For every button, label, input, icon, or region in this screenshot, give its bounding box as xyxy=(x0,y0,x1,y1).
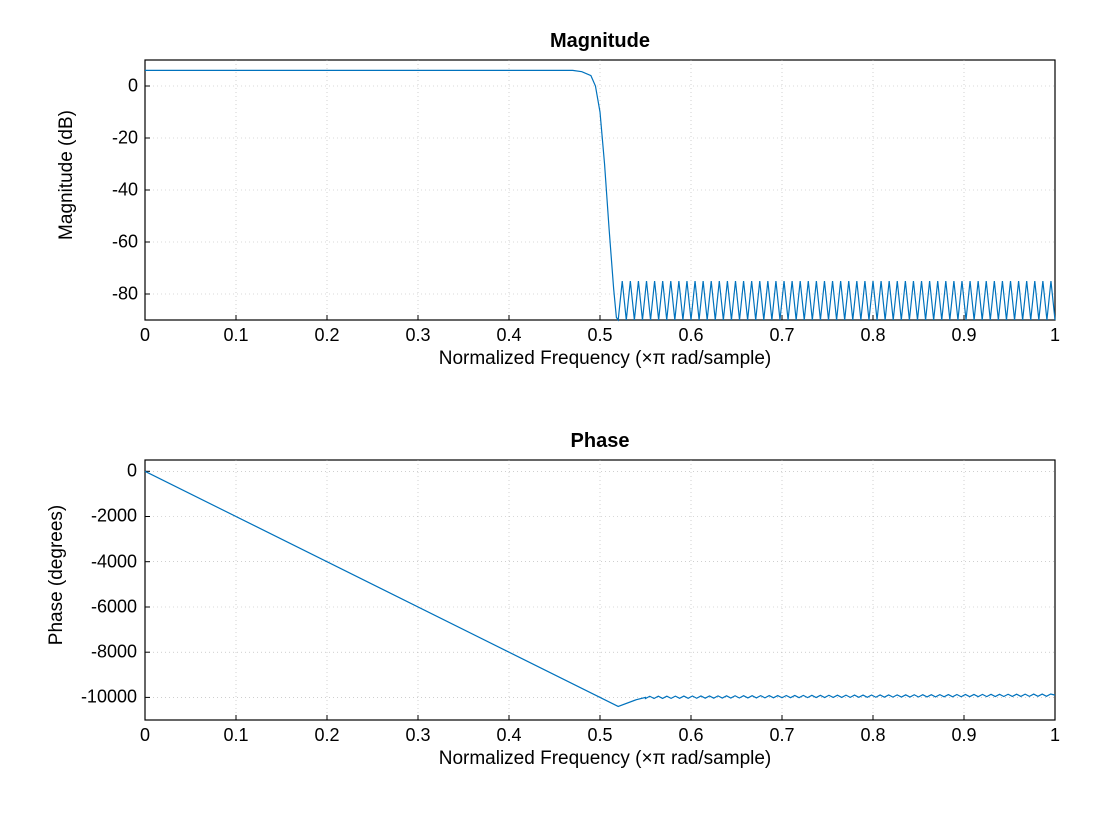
mag-ytick-3: -60 xyxy=(100,232,138,253)
mag-ytick-2: -40 xyxy=(100,180,138,201)
mag-xtick-7: 0.7 xyxy=(769,325,794,346)
mag-xtick-6: 0.6 xyxy=(678,325,703,346)
mag-xtick-1: 0.1 xyxy=(223,325,248,346)
magnitude-axes xyxy=(0,0,1120,420)
mag-ytick-1: -20 xyxy=(100,128,138,149)
phase-xtick-4: 0.4 xyxy=(496,725,521,746)
phase-ytick-0: 0 xyxy=(75,461,137,482)
mag-xtick-10: 1 xyxy=(1050,325,1060,346)
phase-xtick-0: 0 xyxy=(140,725,150,746)
phase-ytick-5: -10000 xyxy=(75,687,137,708)
mag-xtick-0: 0 xyxy=(140,325,150,346)
mag-xtick-8: 0.8 xyxy=(860,325,885,346)
phase-xtick-3: 0.3 xyxy=(405,725,430,746)
phase-xtick-10: 1 xyxy=(1050,725,1060,746)
mag-xtick-2: 0.2 xyxy=(314,325,339,346)
phase-axes xyxy=(0,420,1120,840)
phase-ytick-4: -8000 xyxy=(75,642,137,663)
phase-ytick-3: -6000 xyxy=(75,597,137,618)
phase-xtick-8: 0.8 xyxy=(860,725,885,746)
figure: Magnitude Magnitude (dB) Normalized Freq… xyxy=(0,0,1120,840)
phase-panel: Phase Phase (degrees) Normalized Frequen… xyxy=(0,420,1120,840)
mag-xtick-4: 0.4 xyxy=(496,325,521,346)
phase-ytick-2: -4000 xyxy=(75,552,137,573)
phase-xtick-5: 0.5 xyxy=(587,725,612,746)
mag-ytick-4: -80 xyxy=(100,284,138,305)
mag-xtick-9: 0.9 xyxy=(951,325,976,346)
mag-ytick-0: 0 xyxy=(100,76,138,97)
phase-xtick-6: 0.6 xyxy=(678,725,703,746)
phase-xtick-7: 0.7 xyxy=(769,725,794,746)
magnitude-panel: Magnitude Magnitude (dB) Normalized Freq… xyxy=(0,0,1120,420)
mag-xtick-5: 0.5 xyxy=(587,325,612,346)
phase-xtick-9: 0.9 xyxy=(951,725,976,746)
phase-xtick-1: 0.1 xyxy=(223,725,248,746)
mag-xtick-3: 0.3 xyxy=(405,325,430,346)
phase-xtick-2: 0.2 xyxy=(314,725,339,746)
phase-ytick-1: -2000 xyxy=(75,506,137,527)
